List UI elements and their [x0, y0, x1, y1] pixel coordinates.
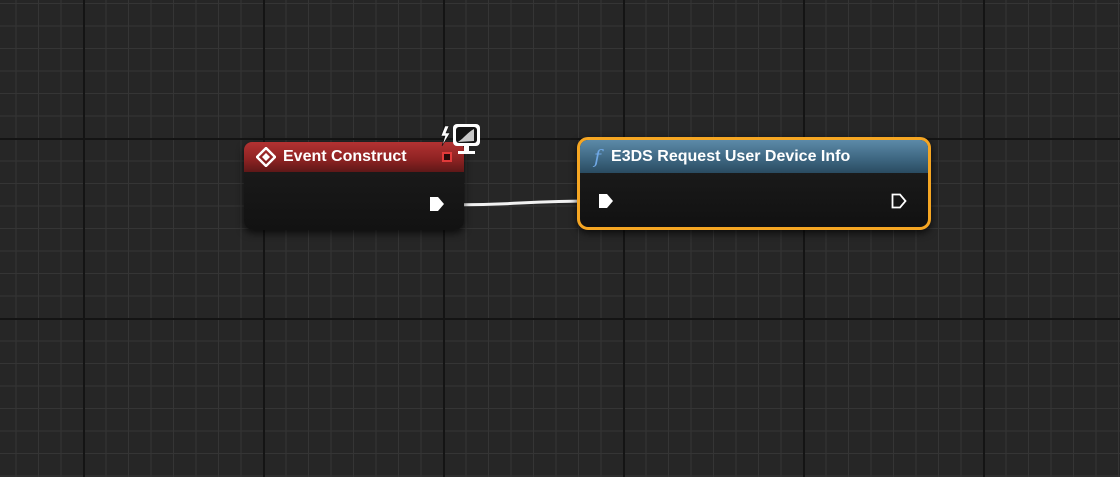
e3ds-node-header[interactable]: f E3DS Request User Device Info — [580, 140, 928, 173]
event-diamond-icon — [256, 147, 276, 167]
event-construct-header[interactable]: Event Construct — [244, 142, 464, 172]
exec-wire-path[interactable] — [445, 199, 599, 207]
exec-wire[interactable] — [0, 0, 1120, 477]
e3ds-exec-output-pin[interactable] — [890, 192, 908, 210]
blueprint-graph-canvas[interactable]: Event Construct f E3DS Request User Devi… — [0, 0, 1120, 477]
event-exec-output-pin[interactable] — [428, 195, 446, 213]
e3ds-request-user-device-info-node[interactable]: f E3DS Request User Device Info — [577, 137, 931, 230]
function-icon: f — [594, 145, 602, 168]
e3ds-node-title: E3DS Request User Device Info — [611, 147, 851, 165]
event-construct-node[interactable]: Event Construct — [244, 142, 464, 230]
e3ds-exec-input-pin[interactable] — [597, 192, 615, 210]
client-widget-icon — [440, 124, 480, 154]
event-construct-title: Event Construct — [283, 148, 407, 165]
